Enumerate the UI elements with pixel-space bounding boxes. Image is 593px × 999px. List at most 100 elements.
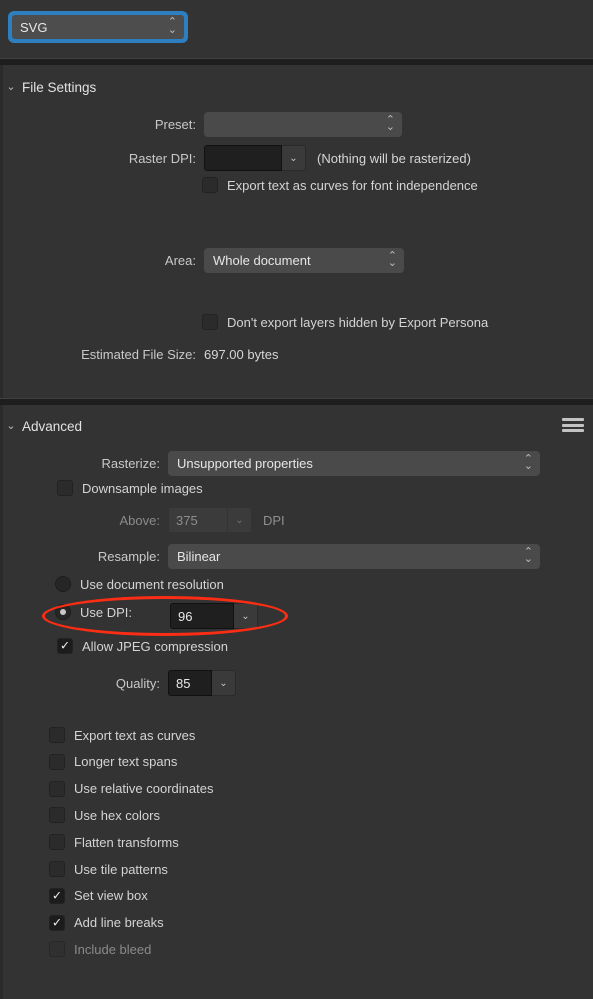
resample-row: Resample: Bilinear ⌃ ⌄: [0, 544, 593, 569]
rasterize-row: Rasterize: Unsupported properties ⌃ ⌄: [0, 451, 593, 476]
above-label: Above:: [119, 512, 160, 528]
above-dpi-input: 375: [168, 507, 228, 533]
quality-label: Quality:: [115, 675, 160, 691]
downsample-images-label: Downsample images: [82, 480, 203, 496]
option-label: Use relative coordinates: [74, 781, 214, 797]
export-text-curves-font-independence-checkbox[interactable]: Export text as curves for font independe…: [202, 177, 478, 193]
use-dpi-radio[interactable]: Use DPI:: [55, 604, 132, 620]
use-document-resolution-label: Use document resolution: [80, 576, 224, 592]
estimated-file-size-label: Estimated File Size:: [81, 347, 196, 362]
resample-select[interactable]: Bilinear ⌃ ⌄: [168, 544, 540, 569]
option-label: Longer text spans: [74, 754, 178, 770]
raster-dpi-input[interactable]: [204, 145, 282, 171]
hamburger-icon[interactable]: [562, 416, 584, 434]
estimated-file-size-row: Estimated File Size: 697.00 bytes: [0, 347, 593, 362]
area-select[interactable]: Whole document ⌃ ⌄: [204, 248, 404, 273]
option-label: Add line breaks: [74, 915, 164, 931]
option-label: Use tile patterns: [74, 861, 168, 877]
stepper-chevrons-icon: ⌃ ⌄: [167, 16, 177, 36]
stepper-chevrons-icon: ⌃ ⌄: [523, 452, 533, 473]
checkbox-box[interactable]: [49, 727, 65, 743]
option-add-line-breaks-checkbox[interactable]: Add line breaks: [49, 914, 164, 931]
resample-value: Bilinear: [177, 549, 221, 564]
format-selector-focus-ring: SVG ⌃ ⌄: [8, 11, 188, 43]
use-dpi-input[interactable]: 96: [170, 603, 234, 629]
option-include-bleed-checkbox: Include bleed: [49, 941, 152, 958]
rasterize-value: Unsupported properties: [177, 456, 313, 471]
option-label: Include bleed: [74, 941, 152, 957]
chevron-down-icon[interactable]: ⌄: [212, 670, 236, 696]
raster-dpi-combo[interactable]: ⌄: [204, 145, 306, 171]
raster-dpi-row: Raster DPI: ⌄ (Nothing will be rasterize…: [0, 145, 593, 171]
chevron-down-icon[interactable]: ⌄: [0, 419, 22, 432]
raster-dpi-label: Raster DPI:: [128, 150, 196, 166]
above-dpi-row: Above: 375 ⌄ DPI: [0, 507, 593, 533]
stepper-chevrons-icon: ⌃ ⌄: [387, 249, 397, 270]
quality-input[interactable]: 85: [168, 670, 212, 696]
stepper-chevrons-icon: ⌃ ⌄: [523, 545, 533, 566]
use-dpi-label: Use DPI:: [80, 604, 133, 620]
option-label: Use hex colors: [74, 807, 160, 823]
chevron-down-icon: ⌄: [228, 507, 252, 533]
area-label: Area:: [164, 253, 196, 268]
use-dpi-combo[interactable]: 96 ⌄: [170, 603, 258, 629]
allow-jpeg-compression-label: Allow JPEG compression: [82, 638, 228, 654]
allow-jpeg-compression-checkbox[interactable]: Allow JPEG compression: [57, 638, 228, 654]
stepper-chevrons-icon: ⌃ ⌄: [385, 113, 395, 134]
downsample-images-checkbox[interactable]: Downsample images: [57, 480, 203, 496]
checkbox-box[interactable]: [49, 914, 65, 931]
advanced-divider: [0, 398, 593, 405]
checkbox-box[interactable]: [49, 780, 65, 797]
file-settings-header[interactable]: ⌄ File Settings: [0, 74, 593, 100]
above-dpi-unit: DPI: [263, 512, 285, 528]
option-use-hex-colors-checkbox[interactable]: Use hex colors: [49, 807, 160, 824]
quality-combo[interactable]: 85 ⌄: [168, 670, 236, 696]
above-dpi-combo: 375 ⌄: [168, 507, 252, 533]
format-selector-row: SVG ⌃ ⌄: [0, 0, 593, 58]
area-value: Whole document: [213, 253, 311, 268]
checkbox-box[interactable]: [57, 638, 73, 654]
dont-export-hidden-layers-checkbox[interactable]: Don't export layers hidden by Export Per…: [202, 314, 488, 330]
quality-row: Quality: 85 ⌄: [0, 670, 593, 696]
checkbox-box[interactable]: [49, 807, 65, 824]
chevron-down-icon[interactable]: ⌄: [0, 80, 22, 93]
estimated-file-size-value: 697.00 bytes: [204, 347, 279, 362]
radio-button[interactable]: [55, 604, 71, 620]
file-settings-title: File Settings: [22, 79, 97, 95]
checkbox-box[interactable]: [57, 480, 73, 496]
option-use-relative-coordinates-checkbox[interactable]: Use relative coordinates: [49, 780, 214, 797]
advanced-title: Advanced: [22, 418, 83, 434]
checkbox-box[interactable]: [49, 753, 65, 770]
area-row: Area: Whole document ⌃ ⌄: [0, 248, 593, 273]
option-export-text-as-curves-checkbox[interactable]: Export text as curves: [49, 727, 195, 743]
preset-row: Preset: ⌃ ⌄: [0, 112, 593, 137]
option-longer-text-spans-checkbox[interactable]: Longer text spans: [49, 753, 178, 770]
checkbox-box[interactable]: [202, 314, 218, 330]
option-flatten-transforms-checkbox[interactable]: Flatten transforms: [49, 834, 179, 851]
option-use-tile-patterns-checkbox[interactable]: Use tile patterns: [49, 861, 168, 877]
rasterize-label: Rasterize:: [101, 456, 160, 471]
option-label: Export text as curves: [74, 727, 196, 743]
option-set-view-box-checkbox[interactable]: Set view box: [49, 887, 148, 904]
chevron-down-icon[interactable]: ⌄: [282, 145, 306, 171]
preset-label: Preset:: [154, 117, 196, 132]
rasterize-select[interactable]: Unsupported properties ⌃ ⌄: [168, 451, 540, 476]
checkbox-box[interactable]: [49, 887, 65, 904]
checkbox-box[interactable]: [49, 861, 65, 877]
advanced-header[interactable]: ⌄ Advanced: [0, 413, 593, 439]
dont-export-hidden-layers-label: Don't export layers hidden by Export Per…: [227, 314, 489, 330]
option-label: Set view box: [74, 888, 148, 904]
chevron-down-icon[interactable]: ⌄: [234, 603, 258, 629]
checkbox-box[interactable]: [202, 177, 218, 193]
export-text-curves-font-independence-label: Export text as curves for font independe…: [227, 177, 478, 193]
raster-dpi-note: (Nothing will be rasterized): [317, 150, 471, 166]
export-settings-panel: SVG ⌃ ⌄ ⌄ File Settings Preset: ⌃ ⌄ Raster…: [0, 0, 593, 999]
file-settings-divider: [0, 58, 593, 65]
format-select[interactable]: SVG ⌃ ⌄: [12, 15, 184, 39]
use-document-resolution-radio[interactable]: Use document resolution: [55, 576, 224, 592]
checkbox-box: [49, 941, 65, 958]
checkbox-box[interactable]: [49, 834, 65, 851]
radio-button[interactable]: [55, 576, 71, 592]
resample-label: Resample:: [97, 549, 160, 564]
preset-select[interactable]: ⌃ ⌄: [204, 112, 402, 137]
